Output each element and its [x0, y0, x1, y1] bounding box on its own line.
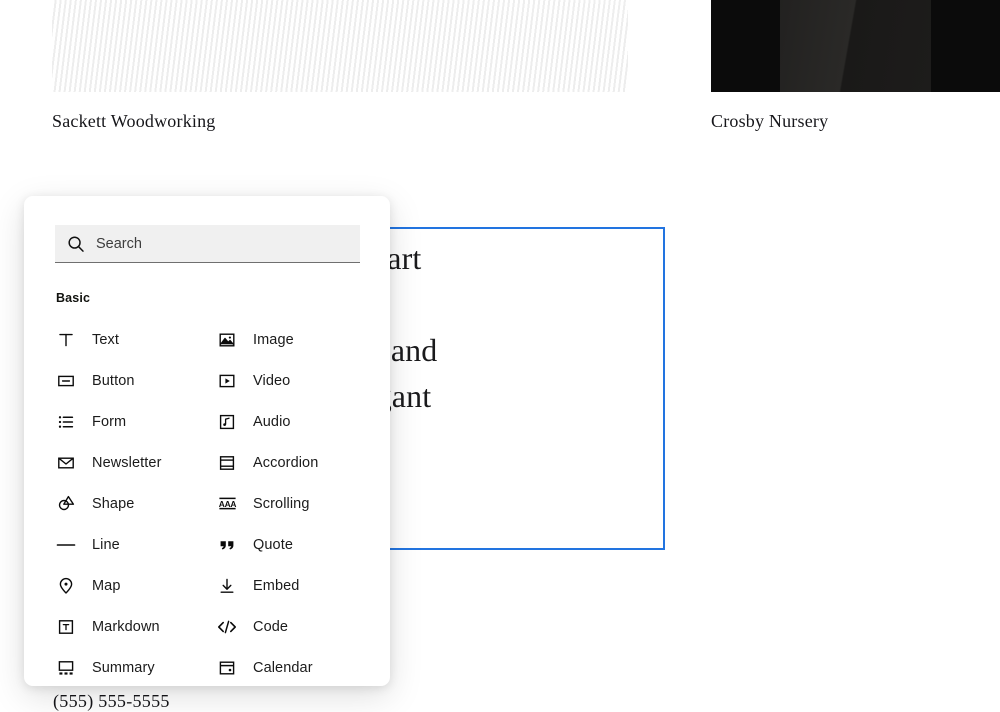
button-icon [55, 370, 77, 392]
block-item-embed[interactable]: Embed [216, 565, 360, 606]
block-item-scrolling[interactable]: AAA Scrolling [216, 483, 360, 524]
block-item-form[interactable]: Form [55, 401, 216, 442]
block-item-label: Text [92, 331, 119, 348]
block-item-text[interactable]: Text [55, 319, 216, 360]
card-caption: Sackett Woodworking [52, 111, 216, 131]
block-item-label: Markdown [92, 618, 160, 635]
block-item-button[interactable]: Button [55, 360, 216, 401]
accordion-icon [216, 452, 238, 474]
embed-icon [216, 575, 238, 597]
svg-text:AAA: AAA [218, 498, 236, 508]
block-item-label: Audio [253, 413, 291, 430]
block-item-map[interactable]: Map [55, 565, 216, 606]
block-grid: Text Image Button Video Form Audio Newsl… [55, 319, 360, 686]
audio-icon [216, 411, 238, 433]
shape-icon [55, 493, 77, 515]
block-item-audio[interactable]: Audio [216, 401, 360, 442]
calendar-icon [216, 657, 238, 679]
line-icon [55, 534, 77, 556]
block-inserter-panel: Basic Text Image [24, 196, 390, 686]
search-input[interactable] [96, 225, 350, 262]
block-item-markdown[interactable]: Markdown [55, 606, 216, 647]
newsletter-icon [55, 452, 77, 474]
summary-icon [55, 657, 77, 679]
block-item-label: Calendar [253, 659, 313, 676]
markdown-icon [55, 616, 77, 638]
block-item-label: Code [253, 618, 289, 635]
search-field[interactable] [55, 225, 360, 263]
woodworking-photo [52, 0, 628, 92]
dark-vase-photo [711, 0, 1000, 92]
block-item-image[interactable]: Image [216, 319, 360, 360]
card-caption: Crosby Nursery [711, 111, 829, 131]
block-item-label: Button [92, 372, 135, 389]
block-item-label: Scrolling [253, 495, 310, 512]
search-icon [67, 235, 85, 253]
block-item-label: Quote [253, 536, 293, 553]
block-item-label: Image [253, 331, 294, 348]
scrolling-icon: AAA [216, 493, 238, 515]
phone-number: (555) 555-5555 [53, 691, 170, 711]
map-pin-icon [55, 575, 77, 597]
block-item-summary[interactable]: Summary [55, 647, 216, 686]
text-icon [55, 329, 77, 351]
block-item-code[interactable]: Code [216, 606, 360, 647]
block-item-shape[interactable]: Shape [55, 483, 216, 524]
quote-icon [216, 534, 238, 556]
block-item-label: Shape [92, 495, 135, 512]
block-item-label: Line [92, 536, 120, 553]
block-item-label: Summary [92, 659, 155, 676]
block-item-label: Newsletter [92, 454, 162, 471]
block-item-label: Accordion [253, 454, 319, 471]
form-icon [55, 411, 77, 433]
gallery-card[interactable]: Crosby Nursery [711, 0, 1000, 132]
block-item-label: Form [92, 413, 127, 430]
block-item-label: Embed [253, 577, 300, 594]
block-item-label: Video [253, 372, 291, 389]
block-item-calendar[interactable]: Calendar [216, 647, 360, 686]
gallery-card[interactable]: Sackett Woodworking [52, 0, 628, 132]
block-item-label: Map [92, 577, 121, 594]
code-icon [216, 616, 238, 638]
video-icon [216, 370, 238, 392]
block-item-video[interactable]: Video [216, 360, 360, 401]
image-icon [216, 329, 238, 351]
block-item-accordion[interactable]: Accordion [216, 442, 360, 483]
block-item-quote[interactable]: Quote [216, 524, 360, 565]
card-image-sackett-woodworking[interactable] [52, 0, 628, 92]
group-title-basic: Basic [56, 291, 91, 305]
card-image-crosby-nursery[interactable] [711, 0, 1000, 92]
block-item-line[interactable]: Line [55, 524, 216, 565]
block-item-newsletter[interactable]: Newsletter [55, 442, 216, 483]
